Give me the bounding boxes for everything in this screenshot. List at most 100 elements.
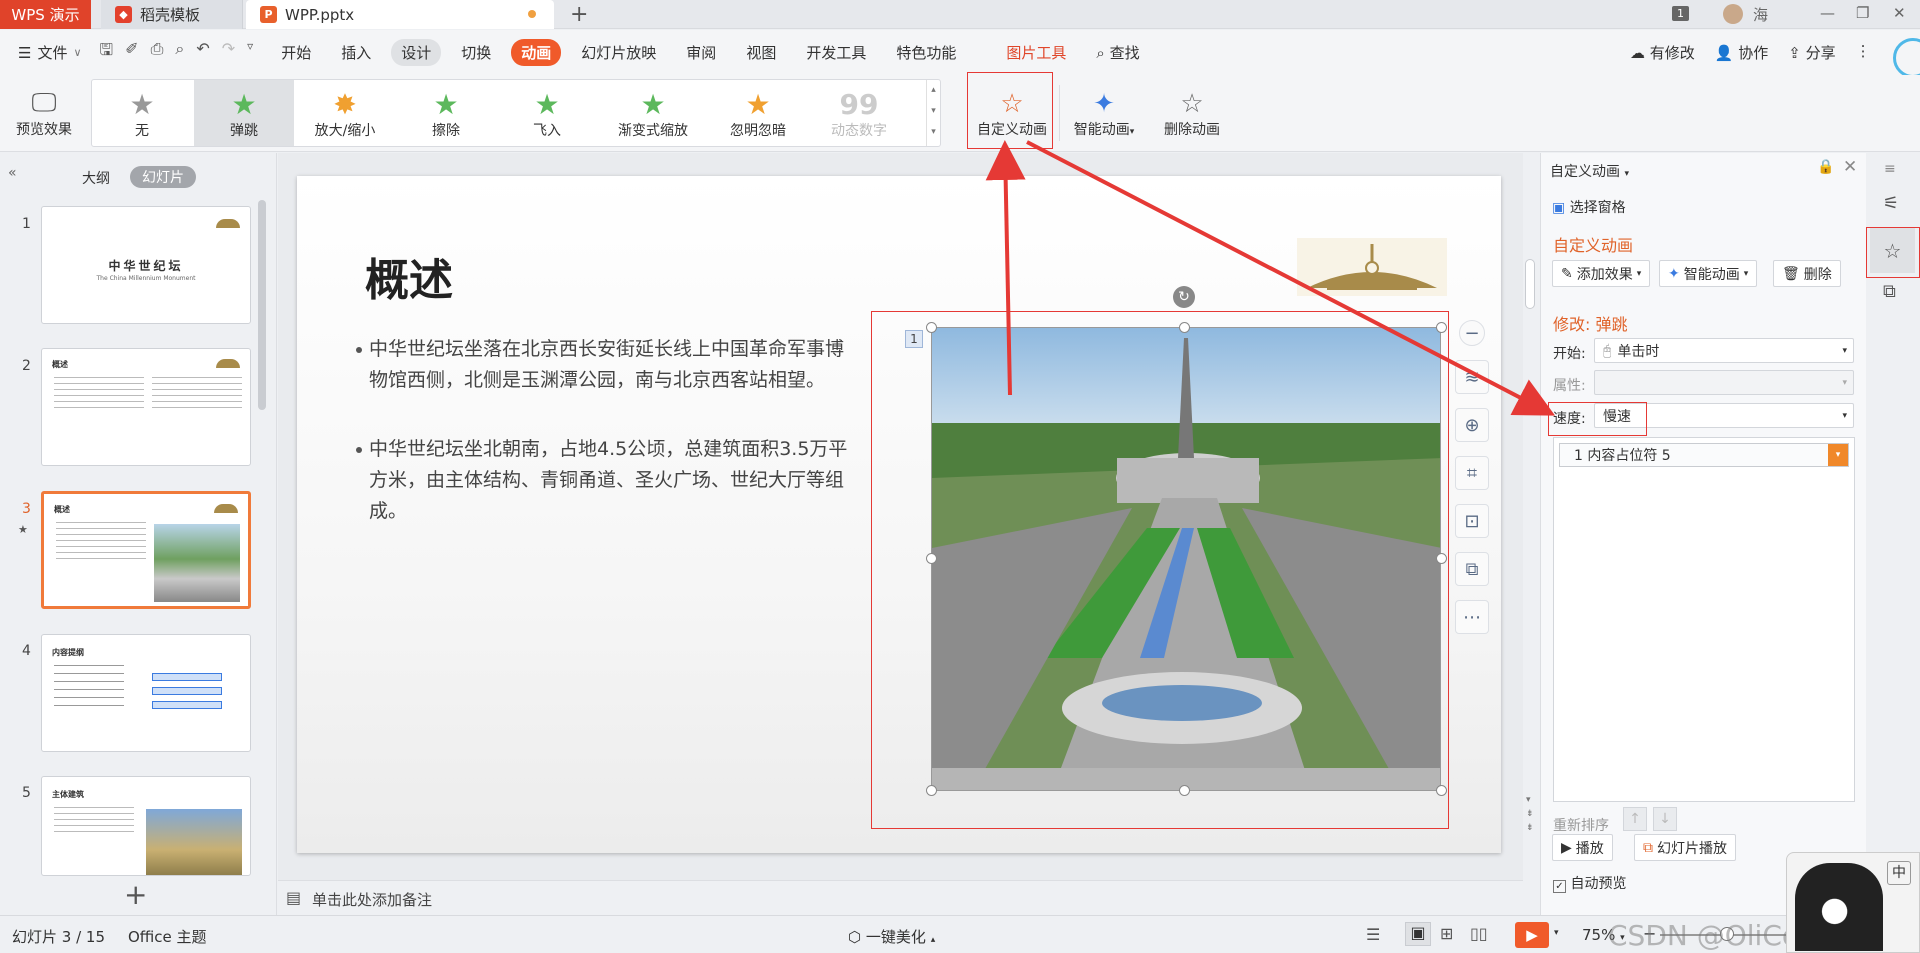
gallery-dynamic-number[interactable]: 99 动态数字 [809, 80, 909, 146]
gallery-flicker[interactable]: ★ 忽明忽暗 [708, 80, 808, 146]
property-select[interactable]: ▾ [1594, 370, 1854, 395]
slide-sorter-icon[interactable]: ⊞ [1440, 924, 1453, 943]
gallery-gradual-zoom[interactable]: ★ 渐变式缩放 [598, 80, 708, 146]
minimize-icon[interactable]: — [1820, 4, 1835, 22]
transition-icon[interactable]: ⧉ [1883, 281, 1896, 302]
tab-features[interactable]: 特色功能 [886, 39, 966, 66]
slide-thumb-3[interactable]: 概述 [41, 491, 251, 609]
add-effect-button[interactable]: ✎ 添加效果 ▾ [1552, 260, 1651, 287]
zoom-out-icon[interactable]: − [1459, 320, 1485, 346]
resize-handle[interactable] [1179, 322, 1190, 333]
new-tab-button[interactable]: + [570, 2, 588, 27]
tab-animation[interactable]: 动画 [511, 39, 562, 66]
animation-list-item[interactable]: 1 内容占位符 5 ▾ [1559, 443, 1849, 467]
move-up-icon[interactable]: ↑ [1623, 807, 1647, 831]
resize-handle[interactable] [926, 785, 937, 796]
canvas-vertical-scrollbar[interactable]: ▾ ⇟ ⇟ [1523, 153, 1537, 880]
ime-chinese-mode-icon[interactable]: 中 [1887, 861, 1911, 885]
notes-toggle-icon[interactable]: ☰ [1366, 925, 1380, 944]
file-menu[interactable]: ☰ 文件 ∨ [18, 42, 82, 63]
resize-handle[interactable] [1179, 785, 1190, 796]
replace-image-icon[interactable]: ⧉ [1455, 552, 1489, 586]
restore-icon[interactable]: ❐ [1856, 4, 1869, 22]
more-tools-icon[interactable]: ⋯ [1455, 600, 1489, 634]
chevron-down-icon[interactable]: ▾ [1554, 928, 1559, 938]
pane-close-icon[interactable]: ✕ [1843, 157, 1857, 177]
delete-button[interactable]: 🗑 删除 [1773, 260, 1841, 287]
pane-header[interactable]: 自定义动画 ▾ [1550, 161, 1629, 181]
monument-photo[interactable] [931, 327, 1441, 791]
gallery-none[interactable]: ★ 无 [92, 80, 192, 146]
resize-handle[interactable] [1436, 785, 1447, 796]
theme-name[interactable]: Office 主题 [128, 926, 207, 947]
template-tab[interactable]: ◆ 稻壳模板 [101, 0, 243, 29]
slide-thumb-1[interactable]: 中华世纪坛 The China Millennium Monument [41, 206, 251, 324]
rotate-handle-icon[interactable]: ↻ [1173, 286, 1195, 308]
undo-icon[interactable]: ↶ [196, 39, 209, 66]
zoom-in-icon[interactable]: ⊕ [1455, 408, 1489, 442]
play-button[interactable]: ▶ 播放 [1552, 834, 1613, 861]
slide-title[interactable]: 概述 [365, 244, 453, 308]
tab-slideshow[interactable]: 幻灯片放映 [571, 39, 666, 66]
tab-developer[interactable]: 开发工具 [796, 39, 876, 66]
modified-button[interactable]: ☁ 有修改 [1630, 42, 1695, 63]
ime-widget[interactable]: 中 [1786, 852, 1920, 953]
print-preview-icon[interactable]: ⌕ [175, 39, 184, 66]
animation-order-tag[interactable]: 1 [905, 330, 923, 348]
slide-bullet-1[interactable]: 中华世纪坛坐落在北京西长安街延长线上中国革命军事博物馆西侧，北侧是玉渊潭公园，南… [356, 334, 849, 396]
gallery-bounce[interactable]: ★ 弹跳 [194, 80, 294, 146]
print-icon[interactable]: ⎙ [151, 39, 164, 66]
slide-thumb-2[interactable]: 概述 [41, 348, 251, 466]
image-select-icon[interactable]: ⊡ [1455, 504, 1489, 538]
more-options-icon[interactable]: ⋮ [1856, 42, 1871, 63]
user-name[interactable]: 海 [1753, 4, 1768, 25]
slideshow-button[interactable]: ⧉ 幻灯片播放 [1634, 834, 1736, 861]
lock-icon[interactable]: 🔒 [1817, 159, 1834, 175]
collapse-panel-icon[interactable]: « [8, 165, 17, 181]
notes-area[interactable]: ▤ 单击此处添加备注 [278, 880, 1523, 915]
close-icon[interactable]: ✕ [1893, 4, 1906, 22]
resize-handle[interactable] [1436, 553, 1447, 564]
play-slideshow-icon[interactable]: ▶ [1515, 922, 1549, 948]
page-indicator[interactable]: 1 [1672, 6, 1689, 21]
reading-view-icon[interactable]: ▯▯ [1470, 924, 1488, 943]
normal-view-icon[interactable]: ▣ [1405, 922, 1431, 946]
move-down-icon[interactable]: ↓ [1653, 807, 1677, 831]
gallery-zoom[interactable]: ✸ 放大/缩小 [295, 80, 395, 146]
slide-bullet-2[interactable]: 中华世纪坛坐北朝南，占地4.5公顷，总建筑面积3.5万平方米，由主体结构、青铜甬… [356, 434, 849, 527]
save-icon[interactable]: 🖫 [100, 39, 114, 66]
preview-effect-button[interactable]: 🖵 预览效果 [10, 81, 78, 145]
tab-insert[interactable]: 插入 [331, 39, 381, 66]
selection-pane-button[interactable]: ▣ 选择窗格 [1552, 197, 1626, 217]
tab-review[interactable]: 审阅 [676, 39, 726, 66]
tab-design[interactable]: 设计 [391, 39, 442, 66]
tab-picture-tools[interactable]: 图片工具 [996, 39, 1076, 66]
file-tab[interactable]: P WPP.pptx [246, 0, 554, 29]
slide-thumb-5[interactable]: 主体建筑 [41, 776, 251, 876]
avatar[interactable] [1723, 4, 1743, 24]
settings-sliders-icon[interactable]: ⚟ [1883, 193, 1899, 214]
resize-handle[interactable] [926, 322, 937, 333]
list-item-dropdown-icon[interactable]: ▾ [1828, 444, 1848, 466]
redo-icon[interactable]: ↷ [222, 39, 235, 66]
share-button[interactable]: ⇪ 分享 [1788, 42, 1835, 63]
assistant-logo-icon[interactable] [1893, 38, 1920, 78]
more-icon[interactable]: ▿ [247, 39, 253, 66]
tab-slides[interactable]: 幻灯片 [130, 166, 196, 188]
tab-outline[interactable]: 大纲 [82, 168, 110, 188]
crop-icon[interactable]: ⌗ [1455, 456, 1489, 490]
gallery-scroll[interactable]: ▴ ▾ ▾ [926, 80, 940, 146]
scroll-thumb[interactable] [1525, 259, 1535, 309]
smart-animation-button[interactable]: ✦ 智能动画▾ [1066, 81, 1142, 145]
layers-icon[interactable]: ≋ [1455, 360, 1489, 394]
start-select[interactable]: 🖰 单击时 ▾ [1594, 338, 1854, 363]
add-slide-button[interactable]: + [124, 878, 147, 911]
search-button[interactable]: ⌕ 查找 [1086, 39, 1149, 66]
tab-home[interactable]: 开始 [271, 39, 321, 66]
tab-transition[interactable]: 切换 [451, 39, 501, 66]
smart-anim-button[interactable]: ✦ 智能动画 ▾ [1659, 260, 1758, 287]
scroll-arrows[interactable]: ▾ ⇟ ⇟ [1526, 793, 1534, 835]
resize-handle[interactable] [1436, 322, 1447, 333]
gallery-fly-in[interactable]: ★ 飞入 [497, 80, 597, 146]
format-painter-icon[interactable]: ✐ [125, 39, 138, 66]
